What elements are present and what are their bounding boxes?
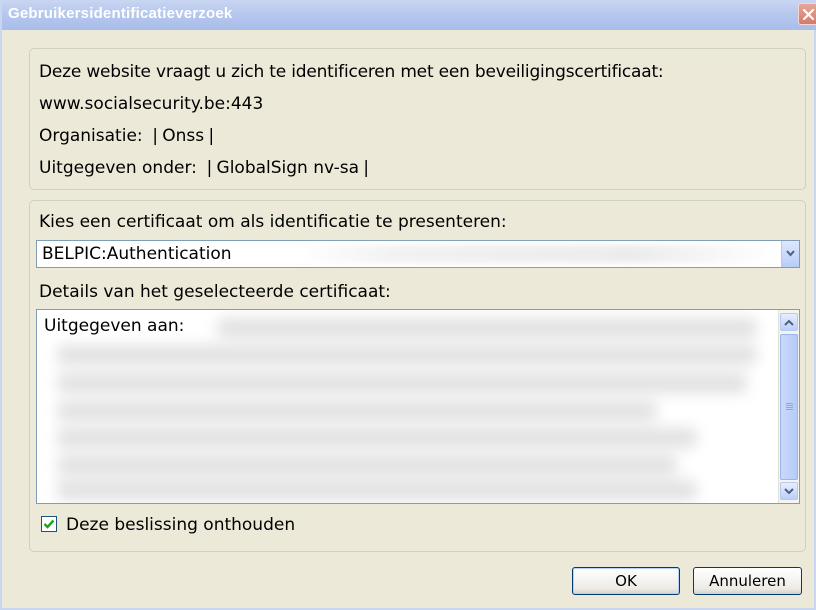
window-title: Gebruikersidentificatieverzoek — [8, 5, 233, 22]
details-label: Details van het geselecteerde certificaa… — [39, 282, 391, 302]
ok-button[interactable]: OK — [572, 567, 680, 595]
dialog-window: Gebruikersidentificatieverzoek Deze webs… — [0, 0, 816, 610]
organisation-text: Organisatie: ❘Onss❘ — [39, 126, 219, 146]
redacted-area — [297, 245, 777, 263]
certificate-select-value: BELPIC:Authentication — [42, 244, 232, 264]
redacted-line — [217, 318, 757, 338]
certificate-details-box[interactable]: Uitgegeven aan: — [36, 309, 800, 504]
redacted-line — [57, 455, 677, 475]
thumb-grip — [786, 403, 793, 404]
close-icon — [803, 9, 814, 20]
issued-under-text: Uitgegeven onder: ❘GlobalSign nv-sa❘ — [39, 158, 374, 178]
arrow-up-icon — [784, 319, 794, 326]
vertical-scrollbar[interactable] — [778, 310, 799, 503]
scroll-down-button[interactable] — [780, 482, 798, 500]
choose-certificate-label: Kies een certificaat om als identificati… — [39, 212, 507, 232]
site-host: www.socialsecurity.be:443 — [39, 94, 264, 114]
redacted-line — [57, 428, 697, 448]
checkmark-icon — [43, 519, 55, 529]
scroll-up-button[interactable] — [780, 313, 798, 331]
chevron-down-icon — [786, 250, 795, 257]
dropdown-button[interactable] — [781, 241, 799, 267]
arrow-down-icon — [784, 488, 794, 495]
cancel-button[interactable]: Annuleren — [693, 567, 802, 595]
request-text: Deze website vraagt u zich te identifice… — [39, 62, 664, 82]
close-button[interactable] — [798, 3, 816, 25]
redacted-line — [57, 401, 657, 421]
redacted-line — [57, 373, 747, 393]
issued-to-label: Uitgegeven aan: — [44, 316, 185, 336]
redacted-line — [57, 345, 757, 365]
remember-checkbox[interactable] — [41, 516, 57, 532]
redacted-line — [57, 480, 697, 500]
title-bar[interactable]: Gebruikersidentificatieverzoek — [2, 0, 816, 30]
scrollbar-thumb[interactable] — [780, 334, 798, 480]
certificate-select[interactable]: BELPIC:Authentication — [36, 240, 800, 268]
remember-label[interactable]: Deze beslissing onthouden — [66, 515, 295, 535]
